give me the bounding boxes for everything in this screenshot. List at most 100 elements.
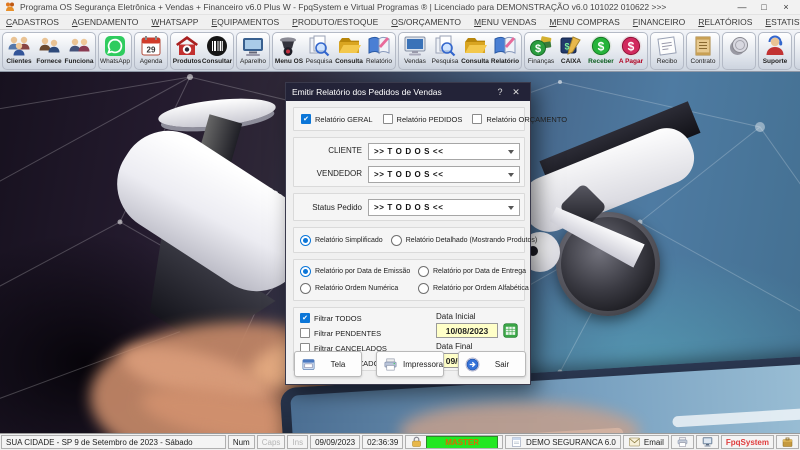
toolbar-button-menu-os[interactable]: Menu OS <box>274 34 304 65</box>
menu-item[interactable]: ESTATISTICA <box>765 17 800 27</box>
toolbar-button-whatsapp[interactable]: WhatsApp <box>100 34 130 65</box>
order-radio[interactable]: Relatório por Data de Entrega <box>418 266 529 277</box>
chevron-down-icon <box>508 205 514 210</box>
menu-item[interactable]: FINANCEIRO <box>633 17 685 27</box>
status-printer-button[interactable] <box>670 435 694 449</box>
dialog-button[interactable]: Tela <box>294 351 362 377</box>
search-doc-icon <box>433 34 457 58</box>
toolbar-group: $ Finanças $ CAIXA $ Receber $ A Pagar <box>524 31 648 70</box>
toolbar-button-label: Consulta <box>335 57 363 65</box>
status-pedido-combobox[interactable]: >> T O D O S << <box>368 199 520 216</box>
toolbar-button-support[interactable]: Suporte <box>760 34 790 65</box>
toolbar-button-report[interactable]: Relatório <box>364 34 394 65</box>
toolbar-button-staff[interactable]: Funciona <box>64 34 94 65</box>
window-controls: — □ × <box>732 1 796 14</box>
toolbar-group: WhatsApp <box>98 31 132 70</box>
dialog-button[interactable]: Sair <box>458 351 526 377</box>
toolbar-button-barcode[interactable]: Consultar <box>202 34 232 65</box>
toolbar-button-search-doc[interactable]: Pesquisa <box>430 34 460 65</box>
checkbox-icon <box>300 328 310 338</box>
dialog-title: Emitir Relatório dos Pedidos de Vendas <box>292 87 442 97</box>
menu-item[interactable]: OS/ORÇAMENTO <box>391 17 461 27</box>
barcode-icon <box>205 34 229 58</box>
order-radio[interactable]: Relatório por Data de Emissão <box>300 266 418 277</box>
coin-icon <box>727 34 751 58</box>
calendar-button[interactable] <box>502 323 519 338</box>
toolbar-button-sales-monitor[interactable]: Vendas <box>400 34 430 65</box>
toolbar-button-calendar[interactable]: 29 Agenda <box>136 34 166 65</box>
window-title: Programa OS Segurança Eletrônica + Venda… <box>20 2 667 12</box>
toolbar-group: Recibo <box>650 31 684 70</box>
cash-book-icon: $ <box>559 34 583 58</box>
dialog-button[interactable]: Impressora <box>376 351 444 377</box>
toolbar-button-receipt[interactable]: Recibo <box>652 34 682 65</box>
toolbar-button-report[interactable]: Relatório <box>490 34 520 65</box>
menu-item[interactable]: EQUIPAMENTOS <box>211 17 279 27</box>
order-radio[interactable]: Relatório Ordem Numérica <box>300 283 418 294</box>
status-bar: SUA CIDADE - SP 9 de Setembro de 2023 - … <box>0 433 800 450</box>
dialog-title-bar[interactable]: Emitir Relatório dos Pedidos de Vendas ?… <box>286 83 530 101</box>
radio-icon <box>300 266 311 277</box>
report-type-group: Relatório GERAL Relatório PEDIDOS Relató… <box>293 107 567 131</box>
format-radio[interactable]: Relatório Simplificado <box>300 234 383 246</box>
toolbar-button-exit-door[interactable] <box>796 34 800 58</box>
toolbar-button-clients[interactable]: Clientes <box>4 34 34 65</box>
application-window: Programa OS Segurança Eletrônica + Venda… <box>0 0 800 450</box>
menu-item[interactable]: AGENDAMENTO <box>72 17 138 27</box>
toolbar-button-cash-book[interactable]: $ CAIXA <box>556 34 586 65</box>
dialog-help-button[interactable]: ? <box>492 87 508 97</box>
status-filter-checkbox[interactable]: Filtrar PENDENTES <box>300 328 387 338</box>
status-caps-lock: Caps <box>256 435 286 449</box>
toolbar-button-finance[interactable]: $ Finanças <box>526 34 556 65</box>
toolbar-button-folder[interactable]: Consulta <box>334 34 364 65</box>
toolbar: Clientes Fornece Funciona WhatsApp 29 Agenda P… <box>0 30 800 72</box>
data-final-label: Data Final <box>436 342 473 351</box>
toolbar-button-devices[interactable]: Aparelho <box>238 34 268 65</box>
status-license: DEMO SEGURANCA 6.0 <box>505 435 621 449</box>
toolbar-button-folder[interactable]: Consulta <box>460 34 490 65</box>
cliente-combobox[interactable]: >> T O D O S << <box>368 143 520 160</box>
menu-item[interactable]: PRODUTO/ESTOQUE <box>292 17 378 27</box>
report-dialog: Emitir Relatório dos Pedidos de Vendas ?… <box>285 82 567 385</box>
report-type-checkbox[interactable]: Relatório GERAL <box>301 114 373 124</box>
toolbar-button-search-doc[interactable]: Pesquisa <box>304 34 334 65</box>
finance-icon: $ <box>529 34 553 58</box>
menu-item[interactable]: MENU COMPRAS <box>549 17 619 27</box>
sales-monitor-icon <box>403 34 427 58</box>
checkbox-icon <box>382 114 393 124</box>
status-monitor-button[interactable] <box>695 435 719 449</box>
menu-item[interactable]: RELATÓRIOS <box>698 17 752 27</box>
screen-btn-icon <box>301 357 316 372</box>
toolbar-group: Aparelho <box>236 31 270 70</box>
toolbar-group <box>722 31 756 70</box>
report-type-checkbox[interactable]: Relatório PEDIDOS <box>382 114 462 124</box>
dialog-close-button[interactable]: ✕ <box>508 87 524 98</box>
maximize-button[interactable]: □ <box>754 1 774 14</box>
toolbar-button-label: Pesquisa <box>305 57 333 65</box>
menu-item[interactable]: WHATSAPP <box>151 17 198 27</box>
menu-item[interactable]: CADASTROS <box>6 17 59 27</box>
status-box <box>776 435 799 449</box>
toolbar-button-coin[interactable] <box>724 34 754 58</box>
toolbar-button-receive[interactable]: $ Receber <box>586 34 616 65</box>
toolbar-button-label: Aparelho <box>239 57 267 65</box>
calendar-icon: 29 <box>139 34 163 58</box>
toolbar-button-products[interactable]: Produtos <box>172 34 202 65</box>
toolbar-button-pay[interactable]: $ A Pagar <box>616 34 646 65</box>
clients-icon <box>7 34 31 58</box>
support-icon <box>763 34 787 58</box>
close-button[interactable]: × <box>776 1 796 14</box>
toolbar-button-contract[interactable]: Contrato <box>688 34 718 65</box>
format-radio[interactable]: Relatório Detalhado (Mostrando Produtos) <box>390 234 537 246</box>
menu-item[interactable]: MENU VENDAS <box>474 17 536 27</box>
status-email-button[interactable]: Email <box>622 435 669 449</box>
order-radio[interactable]: Relatório por Ordem Alfabética <box>418 283 529 294</box>
vendedor-combobox[interactable]: >> T O D O S << <box>368 166 520 183</box>
data-inicial-field[interactable]: 10/08/2023 <box>436 323 498 338</box>
minimize-button[interactable]: — <box>732 1 752 14</box>
toolbar-button-supplier[interactable]: Fornece <box>34 34 64 65</box>
status-filter-checkbox[interactable]: Filtrar TODOS <box>300 313 387 323</box>
toolbar-button-label: Relatório <box>490 57 520 65</box>
report-type-checkbox[interactable]: Relatório ORÇAMENTO <box>472 114 567 124</box>
master-badge: MASTER <box>426 436 499 448</box>
